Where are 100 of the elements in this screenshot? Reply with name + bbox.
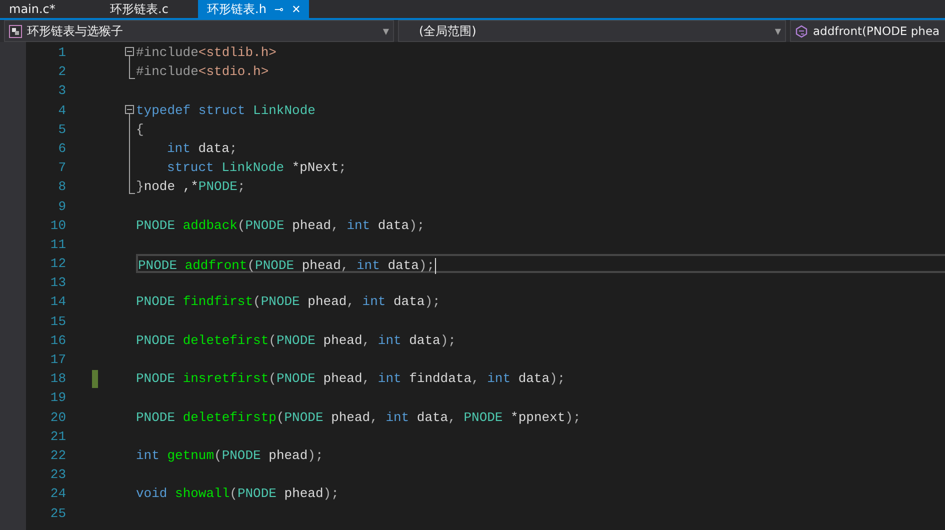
code-token: int	[136, 448, 160, 463]
code-token: );	[565, 410, 581, 425]
line-number: 20	[49, 408, 66, 427]
line-number: 3	[57, 82, 66, 100]
code-token: phead	[291, 218, 332, 233]
line-number: 23	[49, 466, 66, 484]
code-token: node ,*	[144, 179, 198, 194]
code-token: (	[214, 448, 222, 463]
code-token: getnum	[166, 448, 214, 463]
line-number: 10	[49, 216, 66, 235]
code-token: phead	[322, 371, 362, 386]
line-number: 2	[57, 63, 66, 82]
file-tab[interactable]: 环形链表.c	[101, 0, 198, 18]
code-token: );	[550, 371, 566, 386]
code-token: PNODE	[255, 258, 294, 274]
code-token: PNODE	[245, 218, 284, 233]
code-token: PNODE	[276, 332, 316, 348]
code-token: int	[362, 294, 386, 310]
code-token: );	[440, 332, 456, 348]
code-token: PNODE	[136, 294, 176, 310]
code-token: data	[416, 410, 448, 425]
code-token: struct	[167, 160, 214, 176]
code-token: {	[136, 122, 144, 137]
code-token: PNODE	[464, 410, 503, 425]
code-token: PNODE	[260, 294, 300, 310]
code-token: int	[167, 140, 190, 156]
code-token: LinkNode	[220, 160, 284, 176]
code-token: );	[409, 218, 425, 233]
code-token: }	[136, 179, 144, 194]
code-token: int	[378, 371, 402, 386]
line-number: 6	[57, 140, 66, 158]
code-token: (	[247, 258, 256, 274]
code-token: #include	[136, 45, 198, 60]
code-token: int	[356, 258, 380, 274]
collapse-icon[interactable]	[125, 47, 134, 56]
line-number: 21	[49, 428, 66, 446]
code-token: insretfirst	[182, 371, 269, 386]
code-token: typedef	[136, 102, 191, 118]
file-tab[interactable]: main.c*	[0, 0, 101, 18]
code-token: phead	[306, 294, 347, 310]
file-tab[interactable]: 环形链表.h ⊸ ✕	[198, 0, 309, 18]
member-dropdown[interactable]: addfront(PNODE phea	[790, 20, 945, 42]
line-number: 19	[49, 389, 66, 408]
line-number: 11	[49, 236, 66, 254]
code-token: data	[376, 218, 410, 233]
code-token: );	[323, 486, 339, 502]
code-token: #include	[136, 64, 198, 80]
code-token: showall	[174, 486, 230, 502]
line-number: 5	[57, 120, 66, 139]
code-token: PNODE	[136, 332, 176, 348]
caret-icon: ▼	[382, 26, 389, 36]
code-token: ,	[331, 218, 340, 233]
code-token: PNODE	[237, 486, 276, 502]
code-token: findfirst	[182, 294, 254, 310]
code-token: ,	[370, 410, 379, 425]
code-token: int	[346, 218, 370, 233]
code-token: deletefirstp	[182, 410, 276, 425]
code-token: phead	[300, 258, 341, 274]
code-token: PNODE	[136, 371, 176, 386]
caret-icon: ▼	[774, 26, 781, 36]
line-number: 18	[49, 370, 66, 388]
code-token: ,	[362, 332, 372, 348]
code-token: (	[268, 371, 276, 386]
code-token: ,	[448, 410, 457, 425]
code-token: deletefirst	[182, 332, 269, 348]
code-token: );	[308, 448, 324, 463]
code-token: (	[268, 332, 276, 348]
code-token: PNODE	[136, 218, 176, 233]
project-dropdown[interactable]: 环形链表与选猴子 ▼	[4, 20, 394, 42]
code-token: (	[253, 294, 261, 310]
line-number: 14	[49, 293, 66, 312]
code-token: data	[517, 371, 550, 386]
line-number: 13	[49, 274, 66, 292]
code-token: PNODE	[284, 410, 324, 425]
code-token: data	[197, 140, 230, 156]
line-number: 4	[57, 102, 66, 120]
code-token: *pNext	[290, 160, 339, 176]
code-token: phead	[268, 448, 308, 463]
pin-icon[interactable]: ⊸	[274, 2, 284, 16]
line-number: 22	[49, 446, 66, 465]
scope-dropdown[interactable]: (全局范围) ▼	[398, 20, 786, 42]
code-token: (	[276, 410, 284, 425]
code-token: *ppnext	[510, 410, 566, 425]
line-number: 24	[49, 485, 66, 504]
code-token: );	[424, 294, 440, 310]
method-icon	[795, 24, 808, 38]
line-number: 1	[57, 44, 66, 62]
code-token: data	[386, 258, 419, 274]
code-token: PNODE	[136, 410, 176, 425]
line-number: 15	[49, 312, 66, 331]
code-token: addback	[182, 218, 238, 233]
code-token: struct	[197, 102, 246, 118]
collapse-icon[interactable]	[125, 104, 134, 114]
code-token: phead	[283, 486, 324, 502]
code-token: data	[408, 332, 440, 348]
code-token: addfront	[184, 258, 248, 274]
code-token: int	[378, 332, 402, 348]
code-token: ,	[362, 371, 372, 386]
code-token: );	[418, 258, 435, 274]
close-icon[interactable]: ✕	[292, 2, 301, 16]
